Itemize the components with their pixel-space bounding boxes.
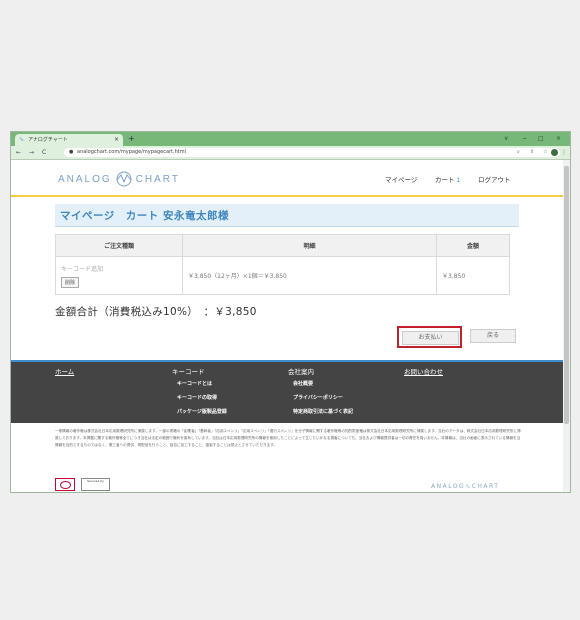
footer-link-privacy[interactable]: プライバシーポリシー: [293, 394, 343, 401]
url-field[interactable]: ● analogchart.com/mypage/mypagecart.html…: [64, 148, 560, 157]
page-viewport: ANALOG CHART マイページ カート 1 ログアウト マイページ カート…: [11, 160, 563, 492]
tab-title: アナログチャート: [28, 137, 68, 143]
cart-count-badge: 1: [456, 177, 460, 184]
cell-detail: ￥3,850（12ヶ月）×1個＝￥3,850: [182, 256, 437, 295]
footer-link-package-register[interactable]: パッケージ版製品登録: [177, 408, 227, 415]
reload-icon[interactable]: C: [42, 146, 46, 159]
new-tab-icon[interactable]: +: [128, 133, 135, 145]
footer-keycode-heading: キーコード: [172, 368, 205, 376]
table-row: キーコード追加 削除 ￥3,850（12ヶ月）×1個＝￥3,850 ￥3,850: [55, 256, 510, 295]
page-scrollbar[interactable]: [563, 160, 570, 492]
pay-button[interactable]: お支払い: [402, 331, 459, 345]
footer-logo: ANALOG∿CHART: [431, 483, 500, 490]
forward-arrow-icon[interactable]: →: [29, 146, 34, 159]
footer-contact-link[interactable]: お問い合わせ: [404, 366, 443, 376]
tab-close-icon[interactable]: ×: [114, 134, 119, 146]
page-heading-bar: マイページ カート 安永竜太郎様: [55, 204, 519, 227]
back-button[interactable]: 戻る: [470, 329, 516, 343]
footer-home-link[interactable]: ホーム: [55, 366, 74, 376]
tab-search-icon[interactable]: ∨: [504, 132, 508, 146]
browser-tab[interactable]: ∿ アナログチャート ×: [15, 134, 123, 146]
cell-type: キーコード追加 削除: [55, 256, 183, 295]
favicon-icon: ∿: [19, 136, 25, 143]
header-divider: [11, 195, 563, 197]
total-amount: 金額合計（消費税込み10%） ：￥3,850: [55, 306, 257, 318]
nav-logout-link[interactable]: ログアウト: [478, 174, 511, 184]
url-text: analogchart.com/mypage/mypagecart.html: [77, 149, 186, 155]
scrollbar-thumb[interactable]: [564, 166, 569, 424]
col-header-detail: 明細: [182, 234, 437, 257]
address-bar-row: ← → C ● analogchart.com/mypage/mypagecar…: [11, 146, 570, 160]
bookmark-star-icon[interactable]: ☆: [543, 148, 547, 157]
delete-button[interactable]: 削除: [61, 276, 80, 288]
ssl-secured-seal[interactable]: Secured by: [81, 478, 110, 491]
window-close-icon[interactable]: ×: [556, 132, 561, 146]
browser-menu-icon[interactable]: ⋮: [561, 146, 567, 159]
profile-avatar-icon[interactable]: [551, 149, 558, 156]
col-header-type: ご注文種類: [55, 234, 183, 257]
zoom-icon[interactable]: ⌕: [517, 148, 520, 157]
footer-link-company-profile[interactable]: 会社概要: [293, 380, 313, 387]
site-footer: ホーム キーコード キーコードとは キーコードの取得 パッケージ版製品登録 会社…: [11, 360, 563, 423]
col-header-amount: 金額: [436, 234, 510, 257]
footer-link-keycode-get[interactable]: キーコードの取得: [177, 394, 217, 401]
page-title: マイページ カート 安永竜太郎様: [60, 210, 229, 222]
nav-cart-link[interactable]: カート 1: [435, 174, 460, 184]
lock-icon: ●: [69, 149, 74, 155]
logo-text-left: ANALOG: [58, 173, 112, 185]
share-icon[interactable]: ⇪: [530, 148, 534, 157]
pay-button-highlight: お支払い: [397, 326, 462, 348]
logo-text-right: CHART: [135, 173, 180, 185]
order-type-text: キーコード追加: [61, 265, 104, 273]
maximize-icon[interactable]: □: [538, 132, 544, 146]
site-logo[interactable]: ANALOG CHART: [58, 171, 180, 187]
footer-company-heading: 会社案内: [288, 368, 314, 376]
footer-link-keycode-about[interactable]: キーコードとは: [177, 380, 212, 387]
nav-cart-label: カート: [435, 177, 455, 184]
privacy-mark-seal: [55, 478, 75, 491]
footer-logo-right: CHART: [471, 483, 500, 490]
footer-logo-left: ANALOG: [431, 483, 466, 490]
browser-titlebar: ∿ アナログチャート × + ∨ − □ ×: [11, 132, 570, 146]
footer-link-tokusho[interactable]: 特定商取引法に基づく表記: [293, 408, 353, 415]
cart-table: ご注文種類 明細 金額 キーコード追加 削除 ￥3,850（12ヶ月）×1個＝￥…: [55, 234, 510, 295]
nav-mypage-link[interactable]: マイページ: [385, 174, 417, 184]
browser-window: ∿ アナログチャート × + ∨ − □ × ← → C ● analogcha…: [10, 131, 571, 493]
minimize-icon[interactable]: −: [522, 132, 527, 146]
logo-wave-icon: [116, 171, 132, 187]
cell-amount: ￥3,850: [436, 256, 510, 295]
back-arrow-icon[interactable]: ←: [16, 146, 21, 159]
legal-notice: 一般情報の著作権は株式会社日本応用数理研究所に帰属します。一部の書籍の「創業者」…: [55, 429, 521, 447]
